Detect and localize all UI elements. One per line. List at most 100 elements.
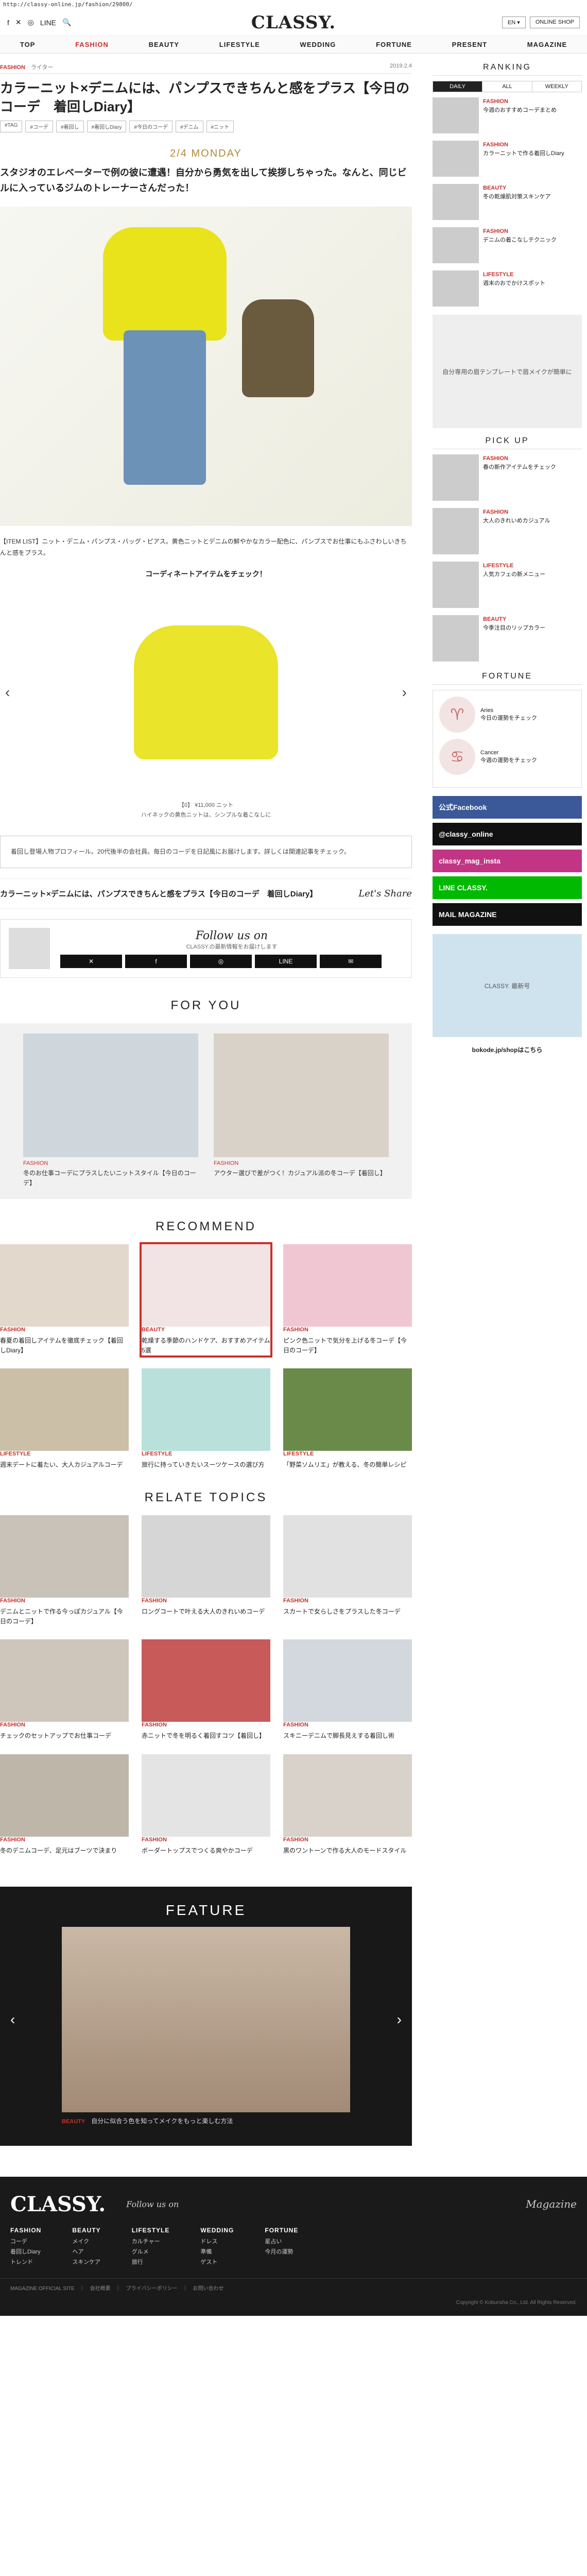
- follow-facebook-button[interactable]: f: [125, 954, 187, 968]
- relate-item[interactable]: FASHION スカートで女らしさをプラスした冬コーデ: [283, 1515, 412, 1626]
- pickup-item[interactable]: BEAUTY 今季注目のリップカラー: [433, 615, 582, 662]
- lang-button[interactable]: EN ▾: [502, 16, 526, 28]
- follow-x-button[interactable]: ✕: [60, 954, 122, 968]
- footer-logo[interactable]: CLASSY.: [10, 2192, 106, 2216]
- ranking-item[interactable]: FASHION デニムの着こなしテクニック: [433, 227, 582, 263]
- footer-link[interactable]: 旅行: [132, 2258, 170, 2266]
- relate-item[interactable]: FASHION 赤ニットで冬を明るく着回すコツ【着回し】: [142, 1639, 270, 1741]
- footer-link[interactable]: ヘア: [72, 2247, 100, 2256]
- recommend-item[interactable]: LIFESTYLE 旅行に持っていきたいスーツケースの選び方: [142, 1368, 270, 1470]
- nav-beauty[interactable]: BEAUTY: [149, 41, 179, 48]
- for-you-card[interactable]: FASHION アウター選びで差がつく！カジュアル派の冬コーデ【着回し】: [214, 1033, 389, 1188]
- relate-item[interactable]: FASHION ロングコートで叶える大人のきれいめコーデ: [142, 1515, 270, 1626]
- footer-col-heading[interactable]: WEDDING: [200, 2227, 234, 2234]
- ranking-item[interactable]: BEAUTY 冬の乾燥肌対策スキンケア: [433, 184, 582, 220]
- slider-prev-icon[interactable]: ‹: [5, 684, 10, 701]
- footer-col-heading[interactable]: BEAUTY: [72, 2227, 100, 2234]
- article-category[interactable]: FASHION: [0, 64, 25, 71]
- footer-link[interactable]: トレンド: [10, 2258, 41, 2266]
- online-shop-button[interactable]: ONLINE SHOP: [529, 16, 580, 28]
- tag[interactable]: #コーデ: [25, 120, 53, 132]
- nav-top[interactable]: TOP: [20, 41, 36, 48]
- fortune-item[interactable]: ♈ Aries 今日の運勢をチェック: [439, 697, 575, 733]
- footer-col-heading[interactable]: FORTUNE: [265, 2227, 298, 2234]
- for-you-card[interactable]: FASHION 冬のお仕事コーデにプラスしたいニットスタイル【今日のコーデ】: [23, 1033, 198, 1188]
- pickup-item[interactable]: LIFESTYLE 人気カフェの新メニュー: [433, 562, 582, 608]
- footer-link[interactable]: カルチャー: [132, 2237, 170, 2245]
- instagram-banner[interactable]: classy_mag_insta: [433, 850, 582, 872]
- fortune-item[interactable]: ♋ Cancer 今週の運勢をチェック: [439, 739, 575, 775]
- facebook-banner[interactable]: 公式Facebook: [433, 796, 582, 819]
- footer-link[interactable]: グルメ: [132, 2247, 170, 2256]
- footer-link[interactable]: 準備: [200, 2247, 234, 2256]
- footer-columns: FASHION コーデ 着回しDiary トレンド BEAUTY メイク ヘア スキンケア …: [0, 2216, 587, 2278]
- footer-link[interactable]: 今月の運勢: [265, 2247, 298, 2256]
- pickup-item[interactable]: FASHION 春の新作アイテムをチェック: [433, 454, 582, 501]
- facebook-icon[interactable]: f: [7, 19, 9, 27]
- tag[interactable]: #ニット: [206, 120, 234, 132]
- relate-item[interactable]: FASHION チェックのセットアップでお仕事コーデ: [0, 1639, 129, 1741]
- nav-lifestyle[interactable]: LIFESTYLE: [219, 41, 260, 48]
- footer-link[interactable]: 星占い: [265, 2237, 298, 2245]
- follow-instagram-button[interactable]: ◎: [190, 954, 252, 968]
- relate-item[interactable]: FASHION スキニーデニムで脚長見えする着回し術: [283, 1639, 412, 1741]
- card-image: [214, 1033, 389, 1158]
- tab-all[interactable]: ALL: [482, 81, 532, 92]
- search-icon[interactable]: 🔍: [62, 18, 71, 27]
- nav-fortune[interactable]: FORTUNE: [376, 41, 412, 48]
- nav-magazine[interactable]: MAGAZINE: [527, 41, 567, 48]
- footer-link[interactable]: ドレス: [200, 2237, 234, 2245]
- relate-item[interactable]: FASHION デニムとニットで作る今っぽカジュアル【今日のコーデ】: [0, 1515, 129, 1626]
- twitter-banner[interactable]: @classy_online: [433, 823, 582, 845]
- site-logo[interactable]: CLASSY.: [251, 12, 336, 33]
- ad-banner[interactable]: 自分専用の眉テンプレートで眉メイクが簡単に: [433, 315, 582, 428]
- ranking-item[interactable]: FASHION 今週のおすすめコーデまとめ: [433, 97, 582, 133]
- tab-weekly[interactable]: WEEKLY: [532, 81, 581, 92]
- recommend-item[interactable]: FASHION ピンク色ニットで気分を上げる冬コーデ【今日のコーデ】: [283, 1244, 412, 1355]
- line-banner[interactable]: LINE CLASSY.: [433, 876, 582, 899]
- item-desc: 赤ニットで冬を明るく着回すコツ【着回し】: [142, 1732, 266, 1740]
- recommend-item[interactable]: BEAUTY 乾燥する季節のハンドケア、おすすめアイテム5選: [140, 1242, 272, 1358]
- ranking-item[interactable]: FASHION カラーニットで作る着回しDiary: [433, 141, 582, 177]
- tag[interactable]: #TAG: [0, 120, 23, 132]
- footer-link[interactable]: ゲスト: [200, 2258, 234, 2266]
- relate-item[interactable]: FASHION 冬のデニムコーデ、足元はブーツで決まり: [0, 1754, 129, 1856]
- tag[interactable]: #デニム: [175, 120, 203, 132]
- footer-link[interactable]: コーデ: [10, 2237, 41, 2245]
- fortune-desc: 今日の運勢をチェック: [480, 715, 537, 721]
- follow-line-button[interactable]: LINE: [255, 954, 317, 968]
- item-desc: 旅行に持っていきたいスーツケースの選び方: [142, 1461, 265, 1468]
- feature-next-icon[interactable]: ›: [397, 2011, 402, 2028]
- feature-prev-icon[interactable]: ‹: [10, 2011, 15, 2028]
- footer-col-heading[interactable]: FASHION: [10, 2227, 41, 2234]
- slider-next-icon[interactable]: ›: [402, 684, 407, 701]
- x-icon[interactable]: ✕: [15, 18, 22, 27]
- footer-col-heading[interactable]: LIFESTYLE: [132, 2227, 170, 2234]
- relate-item[interactable]: FASHION 黒のワントーンで作る大人のモードスタイル: [283, 1754, 412, 1856]
- footer-link[interactable]: メイク: [72, 2237, 100, 2245]
- ranking-item[interactable]: LIFESTYLE 週末のおでかけスポット: [433, 270, 582, 307]
- footer-link[interactable]: スキンケア: [72, 2258, 100, 2266]
- line-icon[interactable]: LINE: [40, 19, 56, 27]
- magazine-banner[interactable]: CLASSY. 最新号: [433, 934, 582, 1037]
- recommend-item[interactable]: LIFESTYLE 「野菜ソムリエ」が教える、冬の簡単レシピ: [283, 1368, 412, 1470]
- footer-links[interactable]: MAGAZINE OFFICIAL SITE ｜ 会社概要 ｜ プライバシーポリ…: [0, 2278, 587, 2297]
- ranking-category: LIFESTYLE: [483, 272, 514, 278]
- instagram-icon[interactable]: ◎: [28, 18, 34, 27]
- recommend-item[interactable]: FASHION 春夏の着回しアイテムを徹底チェック【着回しDiary】: [0, 1244, 129, 1355]
- nav-wedding[interactable]: WEDDING: [300, 41, 336, 48]
- pickup-item[interactable]: FASHION 大人のきれいめカジュアル: [433, 508, 582, 554]
- mail-magazine-banner[interactable]: MAIL MAGAZINE: [433, 903, 582, 926]
- tab-daily[interactable]: DAILY: [433, 81, 483, 92]
- bokode-link[interactable]: bokode.jp/shopはこちら: [433, 1045, 582, 1054]
- relate-item[interactable]: FASHION ボーダートップスでつくる爽やかコーデ: [142, 1754, 270, 1856]
- feature-image[interactable]: [62, 1926, 350, 2112]
- footer-link[interactable]: 着回しDiary: [10, 2247, 41, 2256]
- recommend-item[interactable]: LIFESTYLE 週末デートに着たい、大人カジュアルコーデ: [0, 1368, 129, 1470]
- follow-mail-button[interactable]: ✉: [320, 954, 382, 968]
- nav-present[interactable]: PRESENT: [452, 41, 487, 48]
- tag[interactable]: #着回しDiary: [87, 120, 127, 132]
- tag[interactable]: #着回し: [56, 120, 84, 132]
- nav-fashion[interactable]: FASHION: [75, 41, 109, 48]
- tag[interactable]: #今日のコーデ: [129, 120, 172, 132]
